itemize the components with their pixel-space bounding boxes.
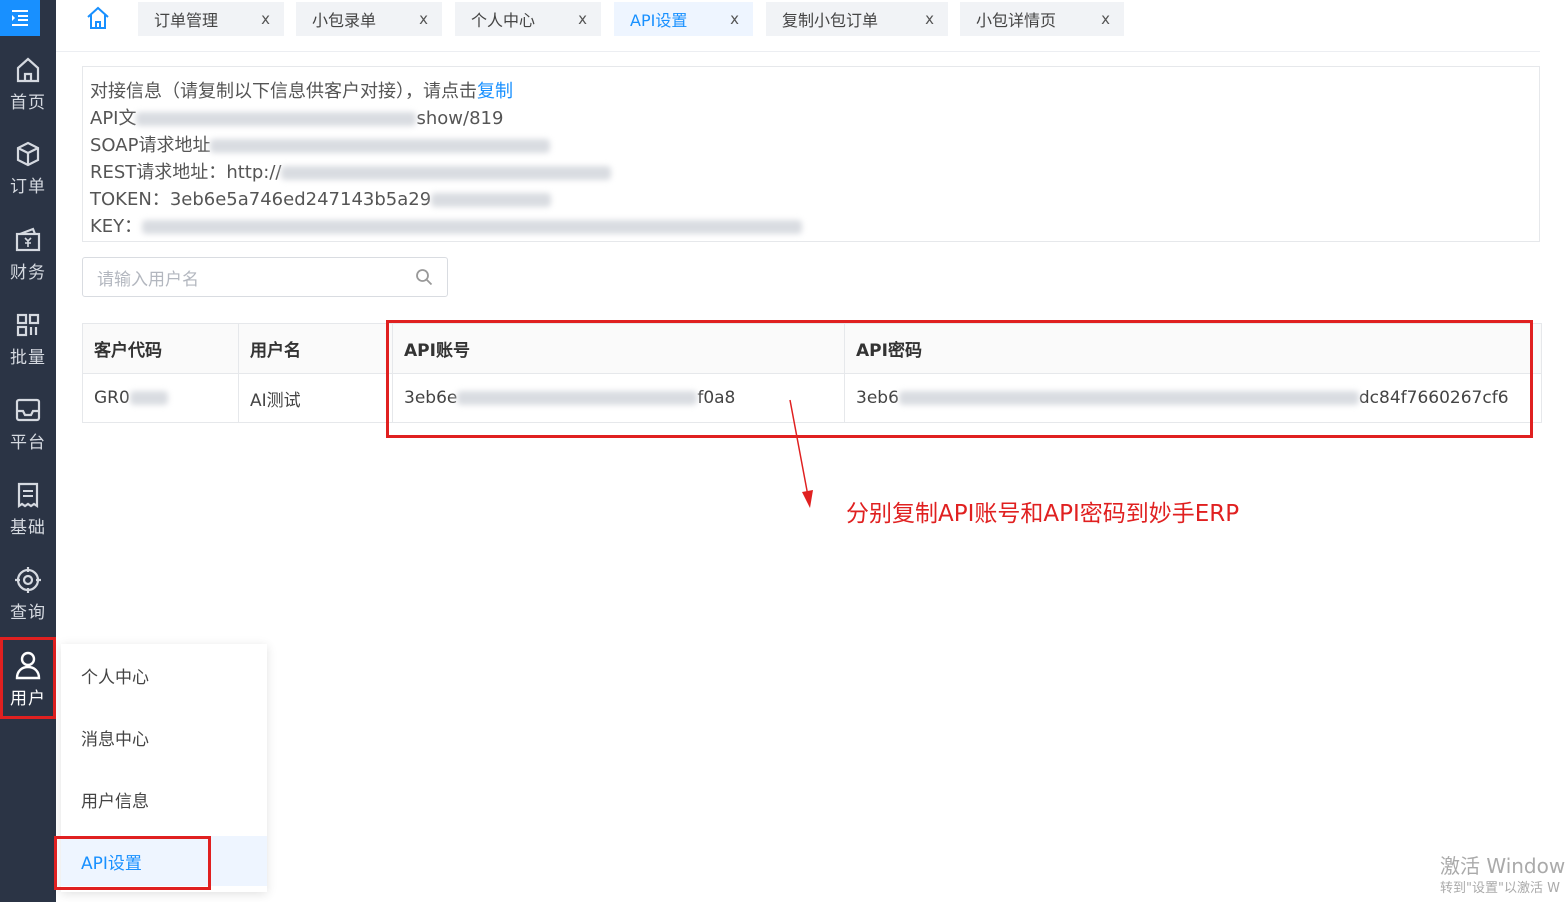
box-icon bbox=[16, 141, 40, 167]
menu-item-personal-center[interactable]: 个人中心 bbox=[61, 650, 267, 700]
menu-item-user-info[interactable]: 用户信息 bbox=[61, 774, 267, 824]
column-header-api-account: API账号 bbox=[392, 323, 845, 374]
home-icon bbox=[16, 57, 40, 83]
tab-bar: 订单管理 x 小包录单 x 个人中心 x API设置 x 复制小包订单 x 小包… bbox=[56, 0, 1540, 52]
tab-parcel-entry[interactable]: 小包录单 x bbox=[296, 2, 442, 36]
wallet-icon bbox=[15, 227, 41, 252]
customer-code-value: GR0 bbox=[94, 388, 130, 408]
api-account-cell[interactable]: 3eb6e f0a8 bbox=[392, 373, 845, 423]
home-tab-icon[interactable] bbox=[84, 4, 112, 32]
redacted-text bbox=[136, 112, 417, 126]
tab-close-icon[interactable]: x bbox=[730, 10, 739, 28]
tab-personal-center[interactable]: 个人中心 x bbox=[455, 2, 601, 36]
api-account-start: 3eb6e bbox=[404, 388, 458, 408]
user-icon bbox=[15, 651, 41, 680]
column-header-customer-code: 客户代码 bbox=[82, 323, 239, 374]
info-token: TOKEN：3eb6e5a746ed247143b5a29 bbox=[90, 185, 552, 211]
menu-fold-icon bbox=[12, 10, 28, 26]
redacted-text bbox=[210, 139, 551, 153]
tab-label: API设置 bbox=[630, 11, 688, 30]
sidebar-item-label: 订单 bbox=[10, 177, 46, 197]
redacted-text bbox=[898, 391, 1359, 405]
sidebar-item-label: 平台 bbox=[10, 433, 46, 453]
username-search-input[interactable]: 请输入用户名 bbox=[82, 257, 448, 297]
rest-value: http:// bbox=[226, 162, 282, 183]
tab-close-icon[interactable]: x bbox=[419, 10, 428, 28]
tab-order-management[interactable]: 订单管理 x bbox=[138, 2, 284, 36]
redacted-text bbox=[129, 391, 168, 405]
sidebar-item-query[interactable]: 查询 bbox=[0, 566, 56, 646]
column-header-api-password: API密码 bbox=[844, 323, 1542, 374]
redacted-text bbox=[142, 220, 803, 234]
api-password-end: dc84f7660267cf6 bbox=[1358, 388, 1509, 408]
menu-item-api-settings[interactable]: API设置 bbox=[61, 836, 267, 886]
menu-toggle-button[interactable] bbox=[0, 0, 40, 36]
sidebar-item-label: 基础 bbox=[10, 518, 46, 538]
tab-label: 个人中心 bbox=[471, 11, 536, 30]
sidebar-item-finance[interactable]: 财务 bbox=[0, 226, 56, 306]
info-rest: REST请求地址：http:// bbox=[90, 158, 612, 184]
sidebar-item-batch[interactable]: 批量 bbox=[0, 311, 56, 391]
table-header-row: 客户代码 用户名 API账号 API密码 bbox=[82, 323, 1542, 374]
tab-label: 小包录单 bbox=[312, 11, 377, 30]
tab-parcel-detail[interactable]: 小包详情页 x bbox=[960, 2, 1124, 36]
sidebar-item-label: 首页 bbox=[10, 93, 46, 113]
token-value: 3eb6e5a746ed247143b5a29 bbox=[169, 189, 432, 210]
annotation-text: 分别复制API账号和API密码到妙手ERP bbox=[846, 501, 1240, 527]
rest-label: REST请求地址： bbox=[90, 162, 227, 183]
inbox-icon bbox=[15, 398, 41, 422]
redacted-text bbox=[431, 193, 552, 207]
menu-item-message-center[interactable]: 消息中心 bbox=[61, 712, 267, 762]
api-doc-value[interactable]: show/819 bbox=[416, 108, 503, 129]
sidebar: 首页 订单 财务 批量 平台 基础 查询 用户 bbox=[0, 0, 56, 902]
annotation-arrow-icon bbox=[789, 399, 813, 508]
search-placeholder: 请输入用户名 bbox=[97, 269, 199, 290]
redacted-text bbox=[457, 391, 698, 405]
sidebar-item-platform[interactable]: 平台 bbox=[0, 396, 56, 476]
redacted-text bbox=[281, 166, 612, 180]
api-doc-label: API文 bbox=[90, 108, 137, 129]
sidebar-item-basic[interactable]: 基础 bbox=[0, 481, 56, 561]
document-icon bbox=[17, 482, 39, 509]
search-icon[interactable] bbox=[415, 268, 433, 286]
api-account-end: f0a8 bbox=[697, 388, 736, 408]
tab-close-icon[interactable]: x bbox=[578, 10, 587, 28]
soap-label: SOAP请求地址 bbox=[90, 135, 211, 156]
tab-close-icon[interactable]: x bbox=[261, 10, 270, 28]
api-password-cell[interactable]: 3eb6 dc84f7660267cf6 bbox=[844, 373, 1542, 423]
api-password-start: 3eb6 bbox=[856, 388, 899, 408]
key-label: KEY： bbox=[90, 216, 143, 237]
user-submenu: 个人中心 消息中心 用户信息 API设置 bbox=[61, 644, 267, 892]
sidebar-item-home[interactable]: 首页 bbox=[0, 56, 56, 136]
tab-label: 订单管理 bbox=[154, 11, 219, 30]
sidebar-item-label: 批量 bbox=[10, 348, 46, 368]
copy-link[interactable]: 复制 bbox=[477, 81, 513, 102]
tab-copy-parcel-order[interactable]: 复制小包订单 x bbox=[766, 2, 948, 36]
info-intro: 对接信息（请复制以下信息供客户对接），请点击复制 bbox=[90, 77, 513, 103]
sidebar-item-user[interactable]: 用户 bbox=[0, 650, 56, 730]
customer-code-cell: GR0 bbox=[82, 373, 239, 423]
info-api-doc: API文 show/819 bbox=[90, 104, 503, 130]
tab-label: 小包详情页 bbox=[976, 11, 1057, 30]
username-cell: AI测试 bbox=[238, 373, 393, 423]
sidebar-item-label: 查询 bbox=[10, 603, 46, 623]
token-label: TOKEN： bbox=[90, 189, 170, 210]
tab-close-icon[interactable]: x bbox=[1101, 10, 1110, 28]
info-key: KEY： bbox=[90, 212, 803, 238]
tab-api-settings[interactable]: API设置 x bbox=[614, 2, 753, 36]
target-icon bbox=[15, 567, 41, 593]
integration-info-panel: 对接信息（请复制以下信息供客户对接），请点击复制 API文 show/819 SO… bbox=[82, 66, 1540, 242]
column-header-username: 用户名 bbox=[238, 323, 393, 374]
activation-watermark: 激活 Window bbox=[1440, 854, 1565, 878]
activation-watermark-sub: 转到"设置"以激活 W bbox=[1440, 881, 1560, 896]
sidebar-item-label: 用户 bbox=[10, 689, 46, 709]
info-soap: SOAP请求地址 bbox=[90, 131, 551, 157]
info-intro-text: 对接信息（请复制以下信息供客户对接），请点击 bbox=[90, 81, 477, 102]
tab-label: 复制小包订单 bbox=[782, 11, 879, 30]
sidebar-item-label: 财务 bbox=[10, 263, 46, 283]
tab-close-icon[interactable]: x bbox=[925, 10, 934, 28]
sidebar-item-orders[interactable]: 订单 bbox=[0, 140, 56, 220]
grid-icon bbox=[16, 313, 40, 337]
